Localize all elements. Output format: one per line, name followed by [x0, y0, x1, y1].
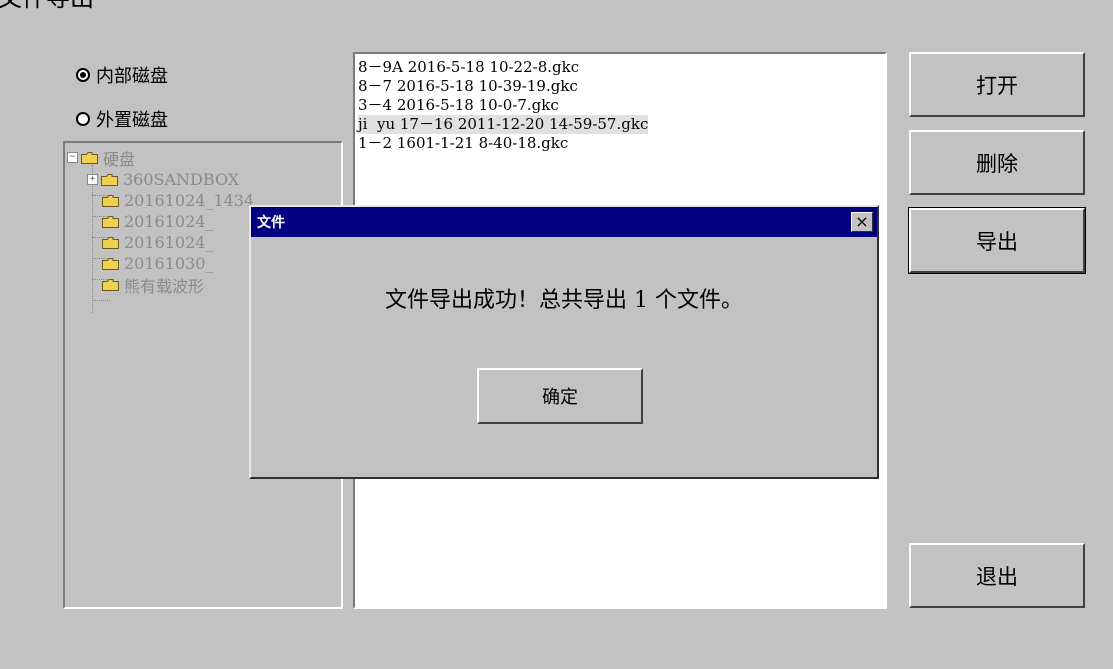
- radio-internal-disk-label: 内部磁盘: [96, 66, 168, 87]
- delete-button[interactable]: 删除: [909, 130, 1085, 195]
- folder-icon: [102, 194, 119, 207]
- folder-icon: [102, 236, 119, 249]
- tree-item-label: 20161024_: [124, 233, 214, 252]
- folder-icon: [81, 151, 98, 164]
- file-list-item[interactable]: 3－4 2016-5-18 10-0-7.gkc: [358, 96, 559, 115]
- tree-item-label: 20161024_1434: [124, 191, 255, 210]
- tree-root-label: 硬盘: [103, 149, 136, 169]
- ok-button[interactable]: 确定: [477, 368, 643, 424]
- expand-icon[interactable]: +: [87, 174, 98, 185]
- export-button[interactable]: 导出: [908, 207, 1086, 274]
- folder-icon: [102, 278, 119, 291]
- tree-item[interactable]: 20161024_: [102, 211, 213, 232]
- file-list-item-selected[interactable]: ji yu 17－16 2011-12-20 14-59-57.gkc: [358, 115, 649, 134]
- file-list-item[interactable]: 1－2 1601-1-21 8-40-18.gkc: [358, 134, 568, 153]
- tree-item-root[interactable]: − 硬盘: [67, 147, 136, 169]
- export-success-dialog: 文件 × 文件导出成功！总共导出 1 个文件。 确定: [249, 205, 879, 479]
- radio-checked-icon: [76, 68, 90, 82]
- folder-icon: [101, 173, 118, 186]
- dialog-title: 文件: [257, 215, 285, 231]
- tree-item[interactable]: + 360SANDBOX: [87, 169, 239, 190]
- collapse-icon[interactable]: −: [67, 152, 78, 163]
- tree-item-label: 20161024_: [124, 212, 214, 231]
- close-icon[interactable]: ×: [851, 212, 873, 232]
- radio-internal-disk[interactable]: 内部磁盘: [76, 62, 168, 88]
- tree-item-label: 熊有载波形: [124, 276, 205, 296]
- folder-icon: [102, 257, 119, 270]
- radio-external-disk-label: 外置磁盘: [96, 110, 168, 131]
- file-list-item[interactable]: 8－9A 2016-5-18 10-22-8.gkc: [358, 58, 579, 77]
- file-list-item[interactable]: 8－7 2016-5-18 10-39-19.gkc: [358, 77, 578, 96]
- tree-item[interactable]: 熊有载波形: [102, 274, 205, 296]
- exit-button[interactable]: 退出: [909, 543, 1085, 608]
- tree-item[interactable]: 20161024_1434: [102, 190, 254, 211]
- tree-item-label: 360SANDBOX: [123, 170, 240, 189]
- open-button[interactable]: 打开: [909, 52, 1085, 117]
- folder-icon: [102, 215, 119, 228]
- tree-item-label: 20161030_: [124, 254, 214, 273]
- tree-item[interactable]: 20161030_: [102, 253, 213, 274]
- radio-unchecked-icon: [76, 112, 90, 126]
- tree-item[interactable]: 20161024_: [102, 232, 213, 253]
- radio-external-disk[interactable]: 外置磁盘: [76, 106, 168, 132]
- dialog-message: 文件导出成功！总共导出 1 个文件。: [385, 288, 743, 313]
- dialog-titlebar[interactable]: 文件 ×: [251, 207, 877, 237]
- window-title: 文件导出: [0, 0, 94, 10]
